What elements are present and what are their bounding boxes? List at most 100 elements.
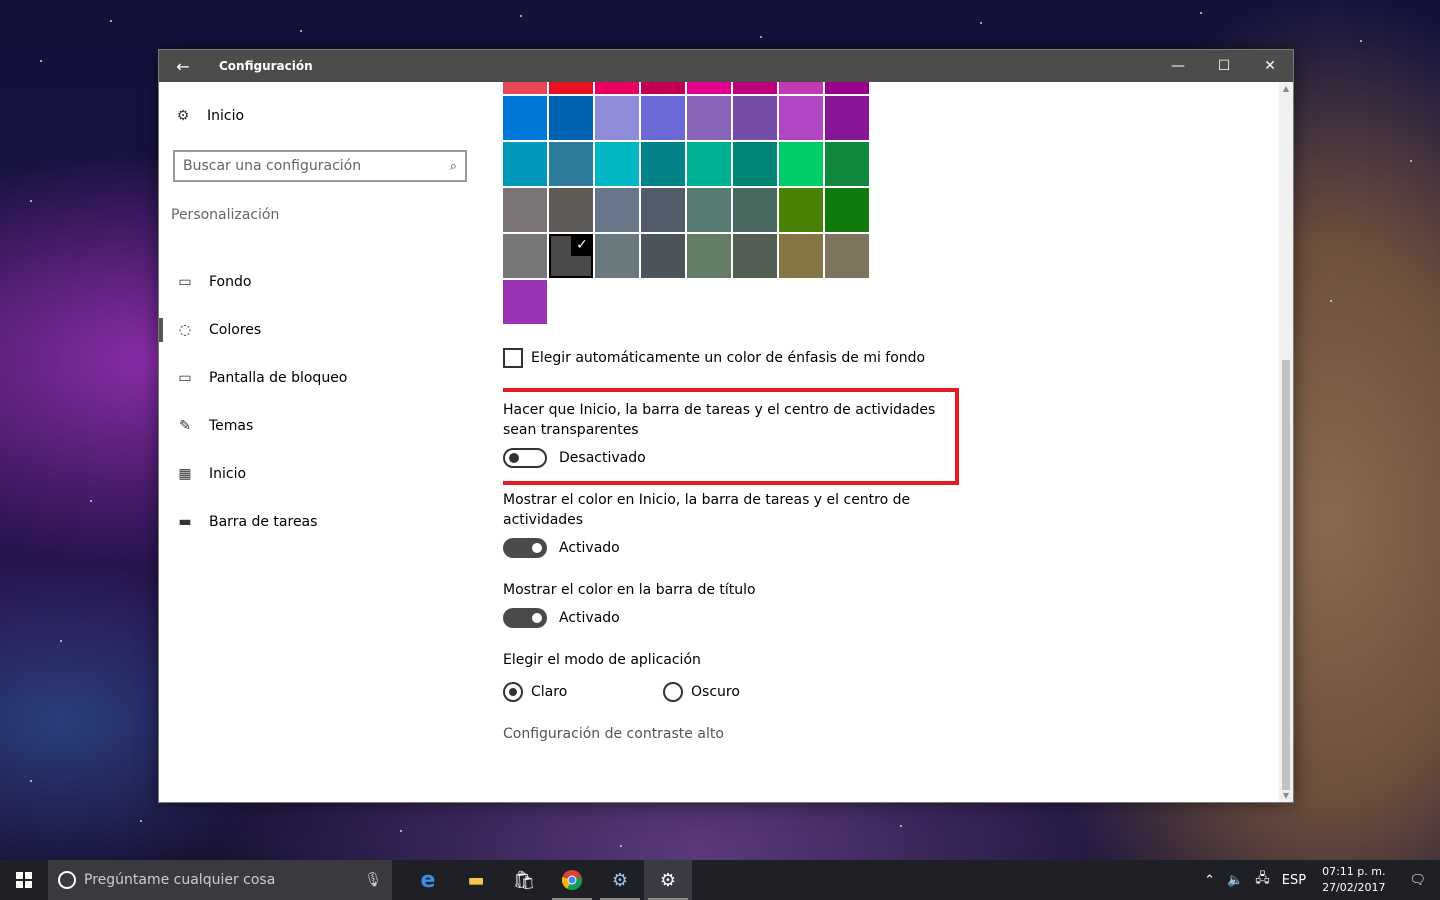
search-input[interactable]: Buscar una configuración ⌕ xyxy=(173,150,467,182)
radio-oscuro[interactable]: Oscuro xyxy=(663,682,740,702)
show-color-start-state: Activado xyxy=(559,540,620,556)
show-color-title-toggle[interactable] xyxy=(503,608,547,628)
scroll-up-icon[interactable]: ▲ xyxy=(1279,84,1293,93)
steam-icon[interactable]: ⚙ xyxy=(596,860,644,900)
accent-color-swatch[interactable] xyxy=(595,82,639,94)
accent-color-swatch[interactable] xyxy=(687,96,731,140)
sidebar-home-label: Inicio xyxy=(207,108,245,124)
chrome-logo-icon xyxy=(561,870,583,891)
system-tray: ⌃ 🔈 🖧 ESP 07:11 p. m. 27/02/2017 🗨 xyxy=(1198,860,1440,900)
language-indicator[interactable]: ESP xyxy=(1276,873,1312,888)
accent-color-swatch[interactable] xyxy=(503,280,547,324)
accent-color-swatch[interactable] xyxy=(825,142,869,186)
accent-color-swatch[interactable] xyxy=(503,142,547,186)
accent-color-swatch[interactable] xyxy=(779,82,823,94)
store-icon[interactable]: 🛍 xyxy=(500,860,548,900)
scroll-down-icon[interactable]: ▼ xyxy=(1279,791,1293,800)
sidebar-item-pantalla-de-bloqueo[interactable]: ▭ Pantalla de bloqueo xyxy=(159,358,479,398)
accent-color-swatch[interactable]: ✓ xyxy=(549,234,593,278)
accent-color-swatch[interactable] xyxy=(641,234,685,278)
minimize-button[interactable]: — xyxy=(1155,50,1201,82)
accent-color-swatch[interactable] xyxy=(549,142,593,186)
sidebar: ⚙ Inicio Buscar una configuración ⌕ Pers… xyxy=(159,82,479,802)
accent-color-swatch[interactable] xyxy=(733,234,777,278)
accent-color-swatch[interactable] xyxy=(641,188,685,232)
accent-color-swatch[interactable] xyxy=(549,188,593,232)
section-title: Personalización xyxy=(171,207,280,223)
accent-color-swatch[interactable] xyxy=(503,82,547,94)
close-button[interactable]: ✕ xyxy=(1247,50,1293,82)
accent-color-swatch[interactable] xyxy=(687,234,731,278)
radio-oscuro-button[interactable] xyxy=(663,682,683,702)
accent-color-swatch[interactable] xyxy=(595,96,639,140)
sidebar-item-barra-de-tareas[interactable]: ▬ Barra de tareas xyxy=(159,502,479,542)
radio-claro-button[interactable] xyxy=(503,682,523,702)
auto-color-option[interactable]: Elegir automáticamente un color de énfas… xyxy=(503,348,925,368)
sidebar-home[interactable]: ⚙ Inicio xyxy=(173,108,244,124)
accent-color-swatch[interactable] xyxy=(825,188,869,232)
accent-color-swatch[interactable] xyxy=(641,82,685,94)
brush-icon: ✎ xyxy=(179,418,191,434)
accent-color-swatch[interactable] xyxy=(641,142,685,186)
accent-color-swatch[interactable] xyxy=(595,188,639,232)
notifications-icon[interactable]: 🗨 xyxy=(1395,873,1440,888)
auto-color-checkbox[interactable] xyxy=(503,348,523,368)
accent-color-swatch[interactable] xyxy=(641,96,685,140)
transparency-toggle-row[interactable]: Desactivado xyxy=(503,448,646,468)
file-explorer-icon[interactable]: ▬ xyxy=(452,860,500,900)
accent-color-swatch[interactable] xyxy=(549,96,593,140)
settings-app-icon[interactable]: ⚙ xyxy=(644,860,692,900)
start-button[interactable] xyxy=(0,860,48,900)
accent-color-swatch[interactable] xyxy=(595,142,639,186)
chevron-up-icon[interactable]: ⌃ xyxy=(1198,873,1221,888)
accent-color-swatch[interactable] xyxy=(549,82,593,94)
sidebar-item-temas[interactable]: ✎ Temas xyxy=(159,406,479,446)
accent-color-swatch[interactable] xyxy=(687,142,731,186)
radio-claro[interactable]: Claro xyxy=(503,682,567,702)
taskbar-icon: ▬ xyxy=(178,514,192,530)
accent-color-swatch[interactable] xyxy=(503,234,547,278)
accent-color-swatch[interactable] xyxy=(733,82,777,94)
back-arrow-icon: ← xyxy=(176,56,190,76)
scrollbar[interactable]: ▲ ▼ xyxy=(1279,82,1293,802)
accent-color-swatch[interactable] xyxy=(687,82,731,94)
accent-color-swatch[interactable] xyxy=(503,96,547,140)
accent-color-swatch[interactable] xyxy=(825,82,869,94)
accent-color-swatch[interactable] xyxy=(687,188,731,232)
edge-browser-icon[interactable]: e xyxy=(404,860,452,900)
accent-color-swatch[interactable] xyxy=(779,188,823,232)
palette-icon: ◌ xyxy=(178,322,192,338)
search-placeholder: Buscar una configuración xyxy=(183,158,362,174)
accent-color-swatch[interactable] xyxy=(779,96,823,140)
microphone-icon[interactable]: 🎙 xyxy=(364,872,382,888)
sidebar-item-colores[interactable]: ◌ Colores xyxy=(159,310,479,350)
accent-color-swatch[interactable] xyxy=(779,234,823,278)
accent-color-swatch[interactable] xyxy=(779,142,823,186)
settings-window: ← Configuración — ☐ ✕ ⚙ Inicio Buscar un… xyxy=(158,49,1294,803)
accent-color-swatch[interactable] xyxy=(595,234,639,278)
network-icon[interactable]: 🖧 xyxy=(1249,869,1276,891)
accent-color-swatch[interactable] xyxy=(733,142,777,186)
maximize-button[interactable]: ☐ xyxy=(1201,50,1247,82)
sidebar-item-fondo[interactable]: ▭ Fondo xyxy=(159,262,479,302)
accent-color-swatch[interactable] xyxy=(503,188,547,232)
accent-color-swatch[interactable] xyxy=(733,96,777,140)
accent-color-swatch[interactable] xyxy=(825,234,869,278)
volume-icon[interactable]: 🔈 xyxy=(1221,873,1249,888)
show-color-title-toggle-row[interactable]: Activado xyxy=(503,608,620,628)
cortana-icon xyxy=(58,871,76,889)
show-color-start-toggle[interactable] xyxy=(503,538,547,558)
transparency-toggle[interactable] xyxy=(503,448,547,468)
app-mode-label: Elegir el modo de aplicación xyxy=(503,652,701,668)
high-contrast-link[interactable]: Configuración de contraste alto xyxy=(503,726,724,742)
cortana-search-box[interactable]: Pregúntame cualquier cosa 🎙 xyxy=(48,860,392,900)
clock-time: 07:11 p. m. xyxy=(1322,865,1386,878)
accent-color-swatch[interactable] xyxy=(733,188,777,232)
accent-color-swatch[interactable] xyxy=(825,96,869,140)
show-color-start-toggle-row[interactable]: Activado xyxy=(503,538,620,558)
sidebar-item-inicio[interactable]: ▦ Inicio xyxy=(159,454,479,494)
chrome-icon[interactable] xyxy=(548,860,596,900)
scrollbar-thumb[interactable] xyxy=(1282,360,1290,790)
clock[interactable]: 07:11 p. m. 27/02/2017 xyxy=(1312,864,1395,896)
back-button[interactable]: ← xyxy=(159,50,207,82)
